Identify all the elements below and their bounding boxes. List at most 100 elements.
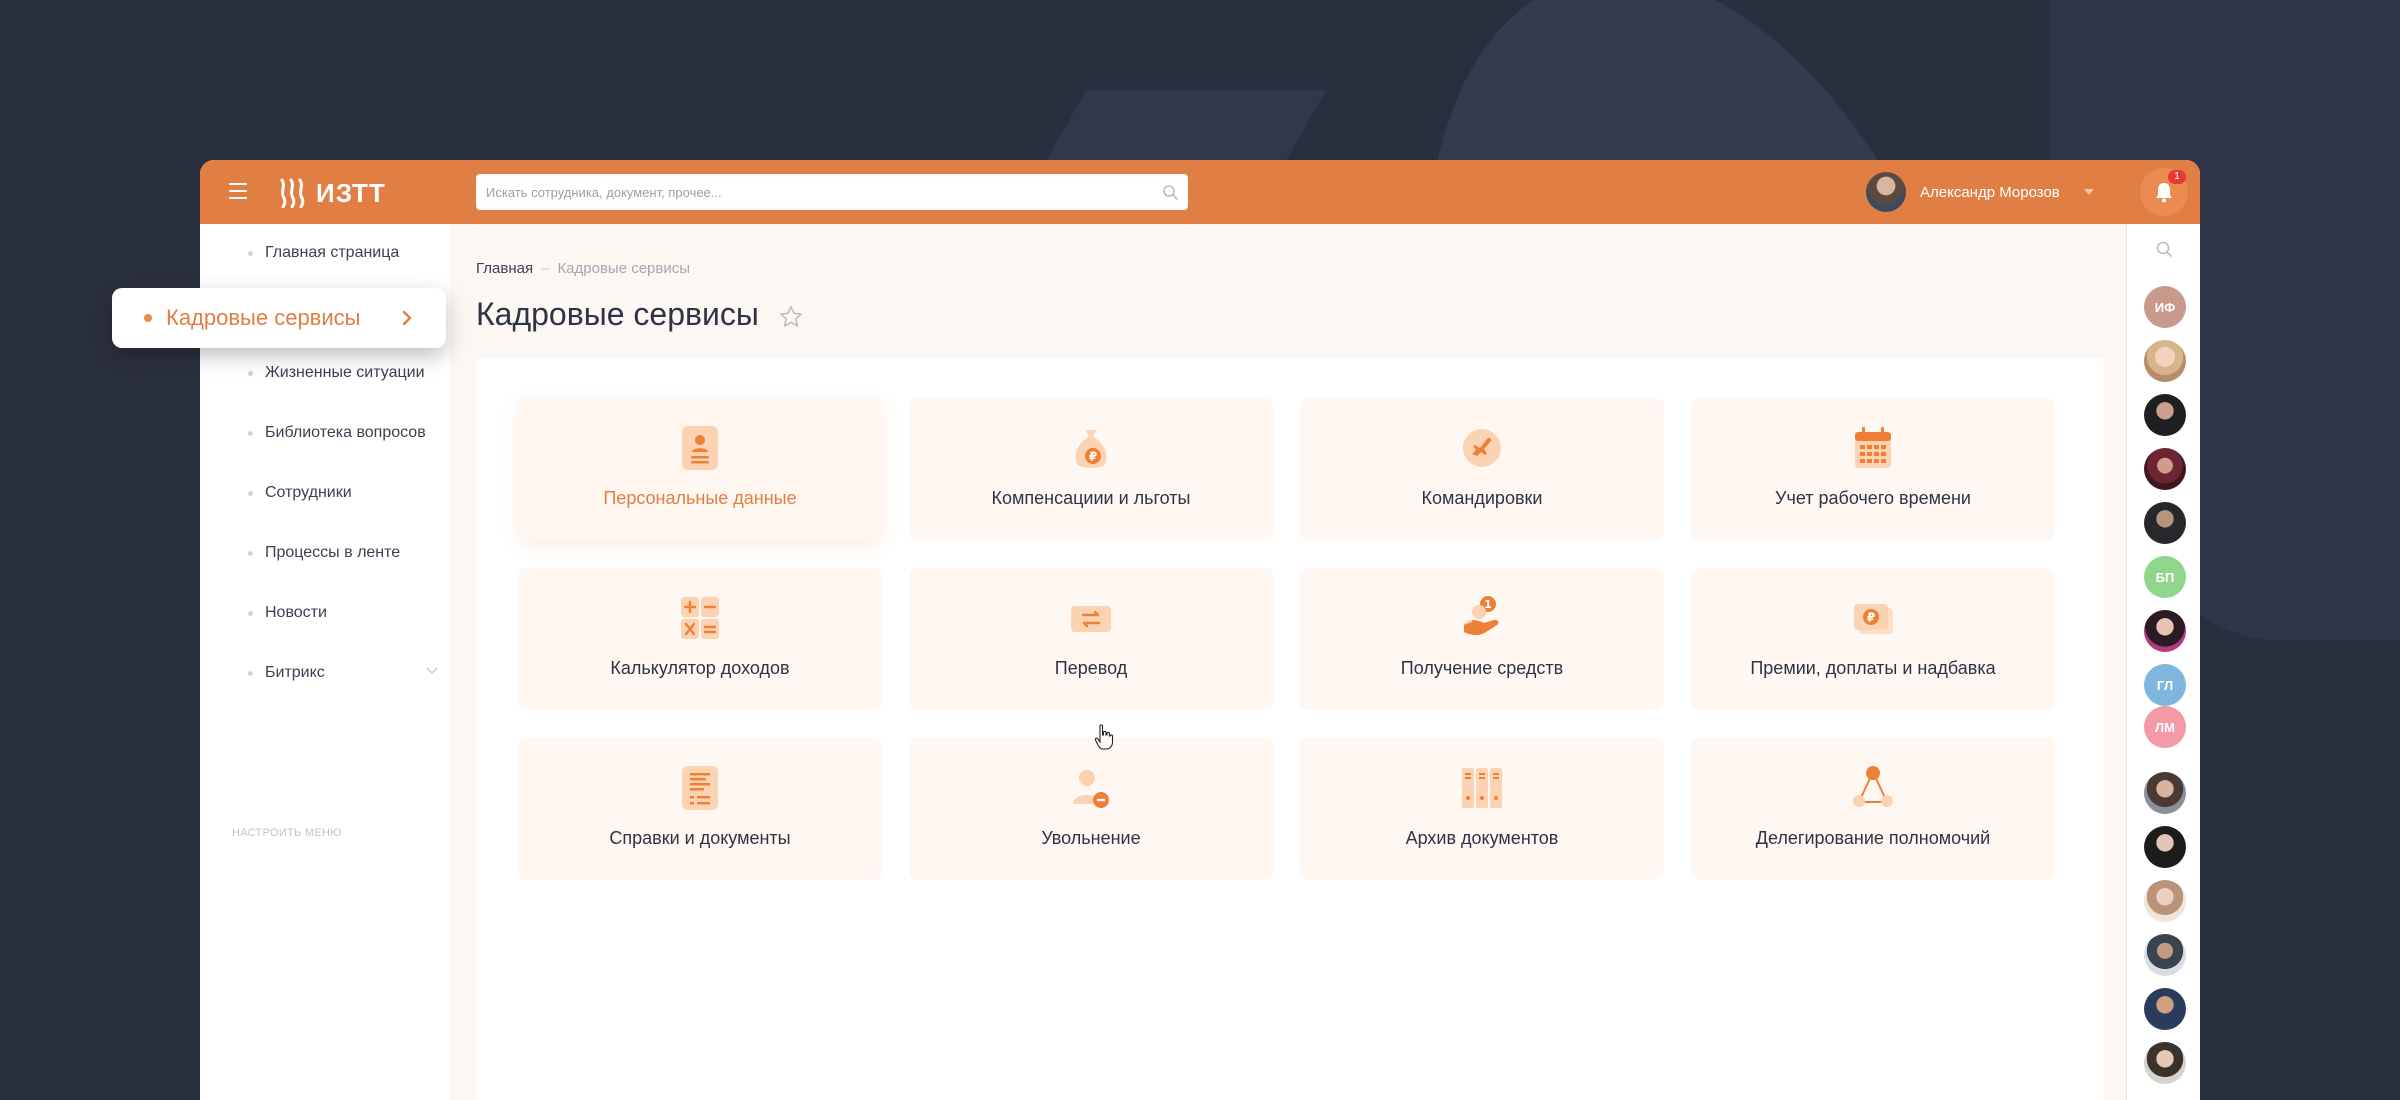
contact-avatar[interactable] <box>2144 934 2186 976</box>
service-card-income-calculator[interactable]: Калькулятор доходов <box>518 568 882 710</box>
svg-text:₽: ₽ <box>1867 611 1875 625</box>
chevron-right-icon <box>402 310 412 326</box>
bonus-icon: ₽ <box>1854 604 1893 634</box>
sidebar-item-label: Библиотека вопросов <box>265 424 426 441</box>
airplane-icon <box>1463 429 1501 467</box>
sidebar-item-news[interactable]: Новости <box>248 604 438 622</box>
service-card-label: Перевод <box>1054 658 1128 678</box>
chevron-down-icon <box>426 667 438 675</box>
user-menu[interactable]: Александр Морозов <box>1866 170 2094 214</box>
service-card-archive[interactable]: Архив документов <box>1300 738 1664 880</box>
transfer-icon <box>1071 606 1111 632</box>
money-bag-icon: ₽ <box>1075 430 1107 468</box>
service-card-transfer[interactable]: Перевод <box>909 568 1273 710</box>
search-icon[interactable] <box>1162 184 1178 200</box>
sidebar: Главная страница Жизненные ситуации Библ… <box>200 224 450 1100</box>
service-card-label: Увольнение <box>1041 828 1141 848</box>
avatar <box>1866 172 1906 212</box>
sidebar-item-processes[interactable]: Процессы в ленте <box>248 544 438 562</box>
bell-icon <box>2156 183 2172 203</box>
service-card-business-trips[interactable]: Командировки <box>1300 398 1664 540</box>
bullet <box>248 430 253 436</box>
bullet <box>248 610 253 616</box>
sidebar-item-home[interactable]: Главная страница <box>248 244 438 262</box>
sidebar-item-bitrix[interactable]: Битрикс <box>248 664 438 682</box>
sidebar-item-hr-services[interactable]: Кадровые сервисы <box>112 288 446 348</box>
service-card-label: Получение средств <box>1400 658 1564 678</box>
dismissal-icon <box>1073 770 1109 808</box>
logo-text: ИЗТТ <box>316 177 386 208</box>
breadcrumb-current: Кадровые сервисы <box>557 260 691 277</box>
bullet <box>248 490 253 496</box>
bullet <box>248 550 253 556</box>
user-name: Александр Морозов <box>1920 183 2060 201</box>
personal-data-icon <box>682 426 718 470</box>
contact-avatar[interactable] <box>2144 1042 2186 1084</box>
sidebar-item-employees[interactable]: Сотрудники <box>248 484 438 502</box>
service-card-personal-data[interactable]: Персональные данные <box>518 398 882 540</box>
service-card-delegation[interactable]: Делегирование полномочий <box>1691 738 2055 880</box>
service-card-funds-receipt[interactable]: 1 Получение средств <box>1300 568 1664 710</box>
service-card-label: Справки и документы <box>609 828 791 848</box>
sidebar-item-questions-library[interactable]: Библиотека вопросов <box>248 424 438 442</box>
main-content: Главная – Кадровые сервисы Кадровые серв… <box>450 224 2126 1100</box>
sidebar-item-label: Битрикс <box>265 664 325 681</box>
notifications-button[interactable]: 1 <box>2140 168 2188 216</box>
service-card-label: Калькулятор доходов <box>610 658 790 678</box>
hamburger-icon[interactable] <box>229 183 247 199</box>
service-card-label: Персональные данные <box>603 488 797 508</box>
bullet <box>248 370 253 376</box>
notification-badge: 1 <box>2168 170 2186 184</box>
breadcrumb: Главная – Кадровые сервисы <box>476 260 690 277</box>
bullet <box>248 250 253 256</box>
chevron-down-icon <box>2083 189 2094 195</box>
service-card-label: Премии, доплаты и надбавка <box>1750 658 1996 678</box>
hand-cursor-icon <box>1094 724 1114 750</box>
global-search <box>476 174 1188 210</box>
contact-avatar[interactable] <box>2144 448 2186 490</box>
contact-avatar[interactable]: ГЛ <box>2144 664 2186 706</box>
contact-avatar[interactable]: ЛМ <box>2144 706 2186 748</box>
service-card-label: Архив документов <box>1405 828 1559 848</box>
contact-avatar[interactable] <box>2144 502 2186 544</box>
service-card-bonuses[interactable]: ₽ Премии, доплаты и надбавка <box>1691 568 2055 710</box>
star-icon[interactable] <box>778 304 804 330</box>
service-card-label: Командировки <box>1421 488 1543 508</box>
contact-avatar[interactable]: БП <box>2144 556 2186 598</box>
contact-avatar[interactable] <box>2144 988 2186 1030</box>
logo[interactable]: ИЗТТ <box>278 176 386 210</box>
contact-avatar[interactable]: ИФ <box>2144 286 2186 328</box>
logo-flame-icon <box>280 178 305 208</box>
service-card-certificates[interactable]: Справки и документы <box>518 738 882 880</box>
sidebar-item-label: Процессы в ленте <box>265 544 401 561</box>
contact-avatar[interactable] <box>2144 394 2186 436</box>
contact-avatar[interactable] <box>2144 826 2186 868</box>
breadcrumb-separator: – <box>541 260 550 277</box>
contact-avatar[interactable] <box>2144 610 2186 652</box>
sidebar-item-life-situations[interactable]: Жизненные ситуации <box>248 364 438 382</box>
contact-avatar[interactable] <box>2144 772 2186 814</box>
configure-menu-link[interactable]: НАСТРОИТЬ МЕНЮ <box>232 827 342 839</box>
breadcrumb-home[interactable]: Главная <box>476 260 533 277</box>
calculator-icon <box>681 597 719 639</box>
service-card-label: Учет рабочего времени <box>1775 488 1971 508</box>
sidebar-item-label: Главная страница <box>265 244 400 261</box>
contact-avatar[interactable] <box>2144 340 2186 382</box>
delegation-icon <box>1853 766 1893 807</box>
top-bar: ИЗТТ Александр Морозов 1 <box>200 160 2200 224</box>
bullet <box>144 314 152 322</box>
sidebar-item-label: Сотрудники <box>265 484 352 501</box>
search-icon[interactable] <box>2155 240 2173 258</box>
document-icon <box>682 766 718 810</box>
calendar-icon <box>1855 427 1891 468</box>
service-card-dismissal[interactable]: Увольнение <box>909 738 1273 880</box>
search-input[interactable] <box>476 174 1188 210</box>
archive-icon <box>1462 768 1502 808</box>
hand-coin-icon: 1 <box>1463 596 1499 635</box>
services-panel: Персональные данные ₽ Компенсациии и льг… <box>476 358 2104 1100</box>
sidebar-item-label: Новости <box>265 604 327 621</box>
service-card-compensation[interactable]: ₽ Компенсациии и льготы <box>909 398 1273 540</box>
service-card-time-tracking[interactable]: Учет рабочего времени <box>1691 398 2055 540</box>
contact-avatar[interactable] <box>2144 880 2186 922</box>
page-title: Кадровые сервисы <box>476 296 759 332</box>
